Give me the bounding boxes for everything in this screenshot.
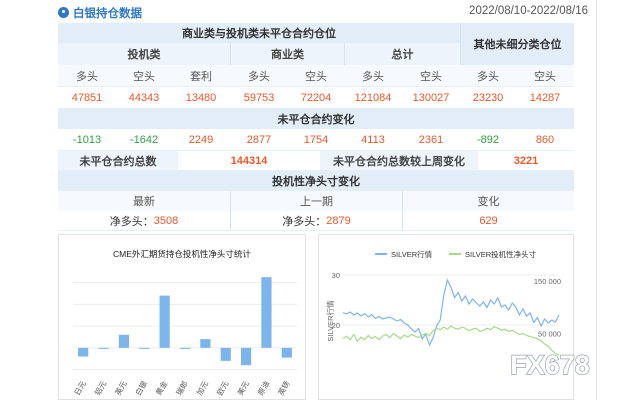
subgroup-commercial: 商业类 xyxy=(230,43,344,65)
table-column-label-row: 多头 空头 套利 多头 空头 多头 空头 多头 空头 xyxy=(58,65,574,87)
net-prev-value: 2879 xyxy=(326,214,351,227)
net-change-value: 629 xyxy=(402,211,574,230)
table-net-header-row: 最新 上一期 变化 xyxy=(58,191,574,211)
bar-美元 xyxy=(241,347,252,366)
col-label: 套利 xyxy=(172,65,230,86)
oi-change-label: 未平仓合约总数较上周变化 xyxy=(320,151,478,170)
bar-category-label: 欧元 xyxy=(214,379,230,397)
open-interest-value: 144314 xyxy=(178,151,320,170)
net-section-title: 投机性净头寸变化 xyxy=(58,171,574,191)
net-col-latest: 最新 xyxy=(58,191,230,211)
bar-category-label: 英元 xyxy=(112,379,128,397)
change-value: 2877 xyxy=(230,129,288,150)
fx678-logo-icon: FX678 xyxy=(510,349,591,380)
net-col-prev: 上一期 xyxy=(230,191,402,211)
subgroup-speculative: 投机类 xyxy=(58,43,230,65)
col-label: 空头 xyxy=(402,65,460,86)
col-label: 空头 xyxy=(516,65,574,86)
bar-英镑 xyxy=(281,347,292,358)
bar-category-label: 美元 xyxy=(235,379,251,397)
oi-change-value: 3221 xyxy=(478,151,574,170)
svg-text:FX678: FX678 xyxy=(510,350,590,380)
bar-加元 xyxy=(200,339,211,348)
table-change-title-row: 未平仓合约变化 xyxy=(58,109,574,129)
position-value: 47851 xyxy=(58,87,116,108)
circle-dot-icon xyxy=(58,7,69,18)
change-value: 2361 xyxy=(402,129,460,150)
bar-chart-panel: CME外汇期货持仓投机性净头寸统计 日元 铝元 英元 白银 黄金 瑞郎 加元 欧元 美元 原油 英镑 xyxy=(58,234,306,400)
legend-label: SILVER投机性净头寸 xyxy=(465,249,537,259)
date-range: 2022/08/10-2022/08/16 xyxy=(469,5,588,17)
bar-铝元 xyxy=(98,347,109,349)
col-label: 多头 xyxy=(460,65,516,86)
position-value: 72204 xyxy=(288,87,344,108)
bar-原油 xyxy=(261,277,272,348)
col-label: 空头 xyxy=(288,65,344,86)
legend-label: SILVER行情 xyxy=(391,249,433,259)
table-group-header-row: 商业类与投机类未平仓合约仓位 其他未细分类仓位 xyxy=(58,23,574,65)
right-tick-label: 150 000 xyxy=(534,277,561,286)
position-value: 44343 xyxy=(116,87,172,108)
bar-category-label: 加元 xyxy=(194,379,210,397)
bar-英元 xyxy=(118,334,129,348)
col-label: 多头 xyxy=(344,65,402,86)
table-net-values-row: 净多头： 3508 净多头： 2879 629 xyxy=(58,211,574,231)
position-value: 23230 xyxy=(460,87,516,108)
change-value: 2249 xyxy=(172,129,230,150)
net-latest-value: 3508 xyxy=(153,214,179,227)
bar-白银 xyxy=(139,347,150,349)
position-value: 13480 xyxy=(172,87,230,108)
col-label: 空头 xyxy=(116,65,172,86)
bar-category-label: 原油 xyxy=(255,379,271,397)
change-value: 860 xyxy=(516,129,574,150)
bar-category-label: 日元 xyxy=(73,379,89,397)
net-col-change: 变化 xyxy=(402,191,574,211)
bar-欧元 xyxy=(220,347,231,361)
change-value: -1642 xyxy=(116,129,172,150)
bar-category-label: 铝元 xyxy=(92,379,108,397)
bar-category-label: 英镑 xyxy=(275,379,291,397)
group-header-commercial-speculative: 商业类与投机类未平仓合约仓位 xyxy=(58,23,460,43)
net-prev-label: 净多头： xyxy=(282,215,327,228)
page-title: 白银持仓数据 xyxy=(73,8,142,20)
bar-黄金 xyxy=(159,295,170,348)
change-value: -1013 xyxy=(58,129,116,150)
bar-category-label: 黄金 xyxy=(153,379,169,397)
table-subgroup-header-row: 投机类 商业类 总计 xyxy=(58,43,574,65)
net-prev: 净多头： 2879 xyxy=(230,211,402,230)
bar-category-label: 白银 xyxy=(133,379,149,397)
net-latest-label: 净多头： xyxy=(109,215,154,228)
bar-chart: CME外汇期货持仓投机性净头寸统计 日元 铝元 英元 白银 黄金 瑞郎 加元 欧元 美元 原油 英镑 xyxy=(73,249,297,397)
change-value: 1754 xyxy=(288,129,344,150)
bar-日元 xyxy=(78,347,89,357)
right-tick-label: 50 000 xyxy=(538,329,561,338)
col-label: 多头 xyxy=(58,65,116,86)
position-value: 121084 xyxy=(344,87,402,108)
line-chart-y-label: SILVER行情 xyxy=(325,300,335,342)
change-value: -892 xyxy=(460,129,516,150)
table-open-interest-row: 未平仓合约总数 144314 未平仓合约总数较上周变化 3221 xyxy=(58,151,574,171)
col-label: 多头 xyxy=(230,65,288,86)
table-net-title-row: 投机性净头寸变化 xyxy=(58,171,574,191)
page-header: 白银持仓数据 2022/08/10-2022/08/16 xyxy=(58,4,588,22)
position-value: 59753 xyxy=(230,87,288,108)
bar-瑞郎 xyxy=(179,347,191,349)
open-interest-label: 未平仓合约总数 xyxy=(58,151,178,170)
table-changes-row: -1013 -1642 2249 2877 1754 4113 2361 -89… xyxy=(58,129,574,151)
left-tick-label: 30 xyxy=(332,271,340,280)
bar-category-label: 瑞郎 xyxy=(174,379,190,397)
subgroup-total: 总计 xyxy=(344,43,460,65)
position-value: 130027 xyxy=(402,87,460,108)
position-value: 14287 xyxy=(516,87,574,108)
change-value: 4113 xyxy=(344,129,402,150)
bar-chart-title: CME外汇期货持仓投机性净头寸统计 xyxy=(113,249,251,259)
change-section-title: 未平仓合约变化 xyxy=(58,109,574,129)
net-latest: 净多头： 3508 xyxy=(58,211,230,230)
table-positions-row: 47851 44343 13480 59753 72204 121084 130… xyxy=(58,87,574,109)
position-table: 商业类与投机类未平仓合约仓位 其他未细分类仓位 投机类 商业类 总计 多头 空头… xyxy=(58,23,574,231)
right-divider xyxy=(596,0,597,400)
